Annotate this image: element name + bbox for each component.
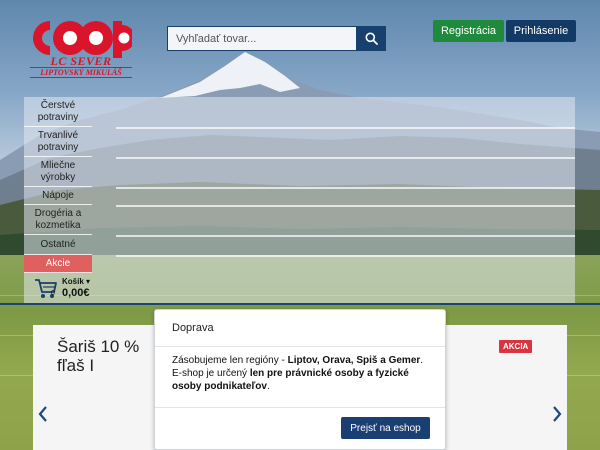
modal-footer-divider xyxy=(155,407,445,408)
modal-title: Doprava xyxy=(172,322,214,334)
search-input[interactable] xyxy=(167,26,356,51)
register-button[interactable]: Registrácia xyxy=(433,20,504,42)
category-item-akcie[interactable]: Akcie xyxy=(24,255,92,273)
login-button[interactable]: Prihlásenie xyxy=(506,20,576,42)
cart-count: 0 xyxy=(51,290,55,297)
shipping-modal: Doprava Zásobujeme len regióny - Liptov,… xyxy=(154,309,446,450)
chevron-right-icon[interactable] xyxy=(551,405,563,423)
category-menu: Čerstvé potraviny Trvanlivé potraviny Ml… xyxy=(24,97,92,273)
category-item-drugstore[interactable]: Drogéria a kozmetika xyxy=(24,205,92,235)
search-icon xyxy=(365,32,378,45)
go-to-eshop-button[interactable]: Prejsť na eshop xyxy=(341,417,430,439)
cart-total: 0,00€ xyxy=(62,287,90,299)
chevron-down-icon: ▾ xyxy=(86,277,91,286)
coop-logo xyxy=(32,20,132,58)
cart-title: Košík ▾ xyxy=(62,277,91,286)
category-item-durable[interactable]: Trvanlivé potraviny xyxy=(24,127,92,157)
cart-widget[interactable]: 0 Košík ▾ 0,00€ xyxy=(34,276,98,302)
logo-location: LIPTOVSKÝ MIKULÁŠ xyxy=(30,67,132,78)
category-item-other[interactable]: Ostatné xyxy=(24,235,92,255)
category-item-dairy[interactable]: Mliečne výrobky xyxy=(24,157,92,187)
category-item-fresh[interactable]: Čerstvé potraviny xyxy=(24,97,92,127)
nav-divider xyxy=(0,303,600,305)
sale-badge: AKCIA xyxy=(499,340,533,353)
category-item-drinks[interactable]: Nápoje xyxy=(24,187,92,205)
banner-text: Šariš 10 % fľaš I xyxy=(57,337,140,375)
modal-message: Zásobujeme len regióny - Liptov, Orava, … xyxy=(172,355,424,392)
modal-divider xyxy=(155,346,445,347)
search-button[interactable] xyxy=(356,26,386,51)
chevron-left-icon[interactable] xyxy=(37,405,49,423)
category-band xyxy=(24,97,575,305)
search-bar xyxy=(167,26,386,51)
